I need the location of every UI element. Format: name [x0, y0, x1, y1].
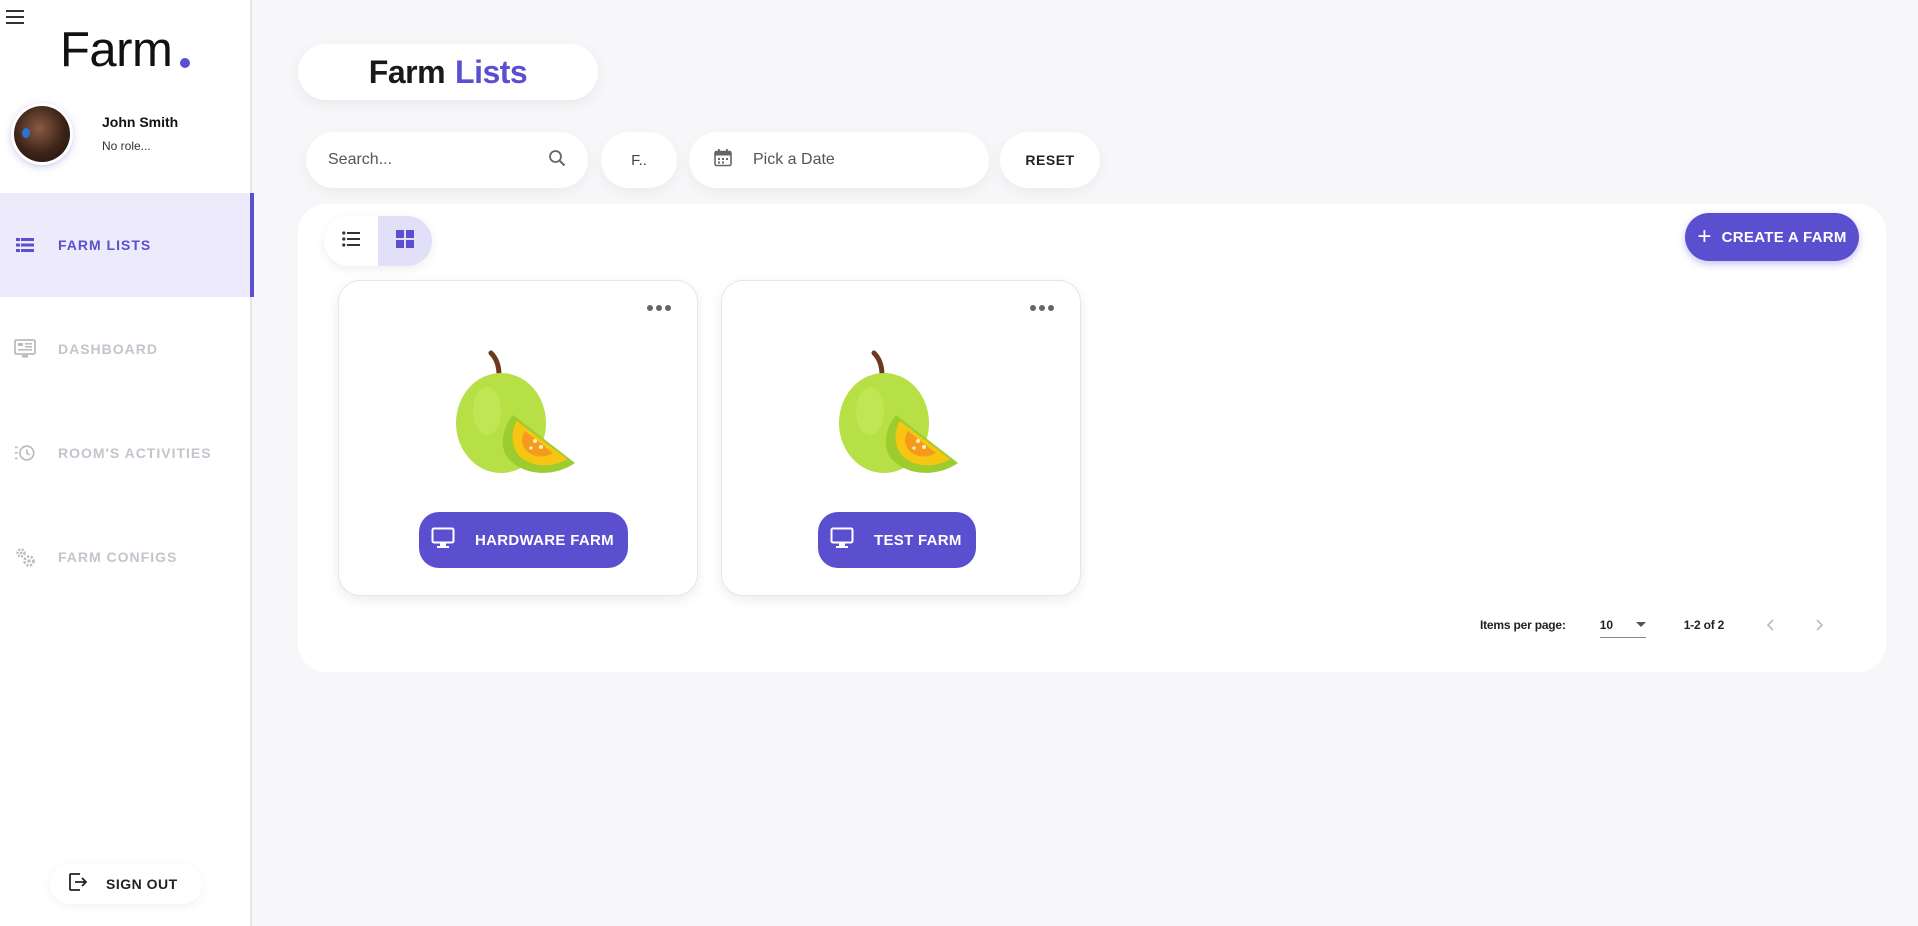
date-picker[interactable]: Pick a Date [689, 132, 989, 188]
user-role: No role... [102, 139, 151, 153]
hamburger-menu-icon[interactable] [6, 10, 24, 24]
logo-dot [180, 58, 190, 68]
create-farm-label: CREATE A FARM [1721, 228, 1847, 246]
page-title-accent: Lists [455, 53, 528, 90]
page-title: Farm Lists [298, 44, 598, 100]
app-logo: Farm [60, 23, 173, 77]
items-per-page-value: 10 [1599, 617, 1614, 632]
search-input[interactable] [328, 151, 548, 169]
farm-name: TEST FARM [874, 531, 962, 549]
monitor-icon [830, 527, 854, 554]
chevron-down-icon [1635, 622, 1646, 627]
items-per-page-select[interactable]: 10 [1599, 612, 1646, 638]
guava-icon [456, 350, 575, 473]
sidebar-nav: FARM LISTS DASHBOARD ROOM'S ACTIVITIES F… [0, 193, 254, 609]
next-page-icon[interactable] [1814, 619, 1826, 631]
monitor-icon [431, 527, 455, 554]
logout-icon [68, 872, 88, 897]
search-icon[interactable] [548, 149, 566, 172]
farm-list-panel: + CREATE A FARM HARDWARE FARM TEST FARM … [298, 204, 1886, 672]
calendar-icon [713, 148, 733, 173]
sidebar-item-label: ROOM'S ACTIVITIES [58, 445, 212, 461]
sidebar-item-label: FARM CONFIGS [58, 549, 178, 565]
dashboard-icon [14, 338, 36, 360]
grid-view-icon [396, 229, 414, 253]
previous-page-icon[interactable] [1764, 619, 1776, 631]
sidebar: Farm John Smith No role... FARM LISTS DA… [0, 0, 254, 926]
farm-button-test-farm[interactable]: TEST FARM [818, 512, 976, 568]
farm-button-hardware-farm[interactable]: HARDWARE FARM [419, 512, 628, 568]
sidebar-item-label: DASHBOARD [58, 341, 158, 357]
filter-select[interactable]: F.. [601, 132, 677, 188]
guava-icon [839, 350, 958, 473]
farm-card[interactable]: HARDWARE FARM [338, 280, 698, 596]
filter-select-label: F.. [631, 151, 647, 169]
date-picker-label: Pick a Date [753, 151, 835, 168]
history-icon [14, 442, 36, 464]
sidebar-item-rooms-activities[interactable]: ROOM'S ACTIVITIES [0, 401, 252, 505]
create-farm-button[interactable]: + CREATE A FARM [1685, 213, 1859, 261]
farm-name: HARDWARE FARM [475, 531, 614, 549]
sidebar-item-farm-lists[interactable]: FARM LISTS [0, 193, 254, 297]
sign-out-label: SIGN OUT [106, 876, 178, 892]
grid-view-button[interactable] [378, 216, 432, 266]
paginator: Items per page: 10 1-2 of 2 [1480, 612, 1826, 638]
avatar [14, 106, 70, 162]
list-icon [14, 234, 36, 256]
list-view-button[interactable] [324, 216, 378, 266]
more-options-icon[interactable] [1030, 303, 1054, 313]
list-view-icon [342, 230, 360, 252]
more-options-icon[interactable] [647, 303, 671, 313]
sidebar-item-farm-configs[interactable]: FARM CONFIGS [0, 505, 252, 609]
farm-card[interactable]: TEST FARM [721, 280, 1081, 596]
sign-out-button[interactable]: SIGN OUT [50, 864, 202, 904]
sidebar-item-label: FARM LISTS [58, 237, 152, 253]
plus-icon: + [1697, 223, 1712, 250]
page-range: 1-2 of 2 [1683, 618, 1725, 632]
reset-button[interactable]: RESET [1000, 132, 1100, 188]
page-title-primary: Farm [368, 53, 446, 90]
sidebar-item-dashboard[interactable]: DASHBOARD [0, 297, 252, 401]
items-per-page-label: Items per page: [1480, 618, 1566, 632]
search-box [306, 132, 588, 188]
gears-icon [14, 546, 36, 568]
view-toggle [324, 216, 432, 266]
user-name: John Smith [102, 114, 179, 130]
